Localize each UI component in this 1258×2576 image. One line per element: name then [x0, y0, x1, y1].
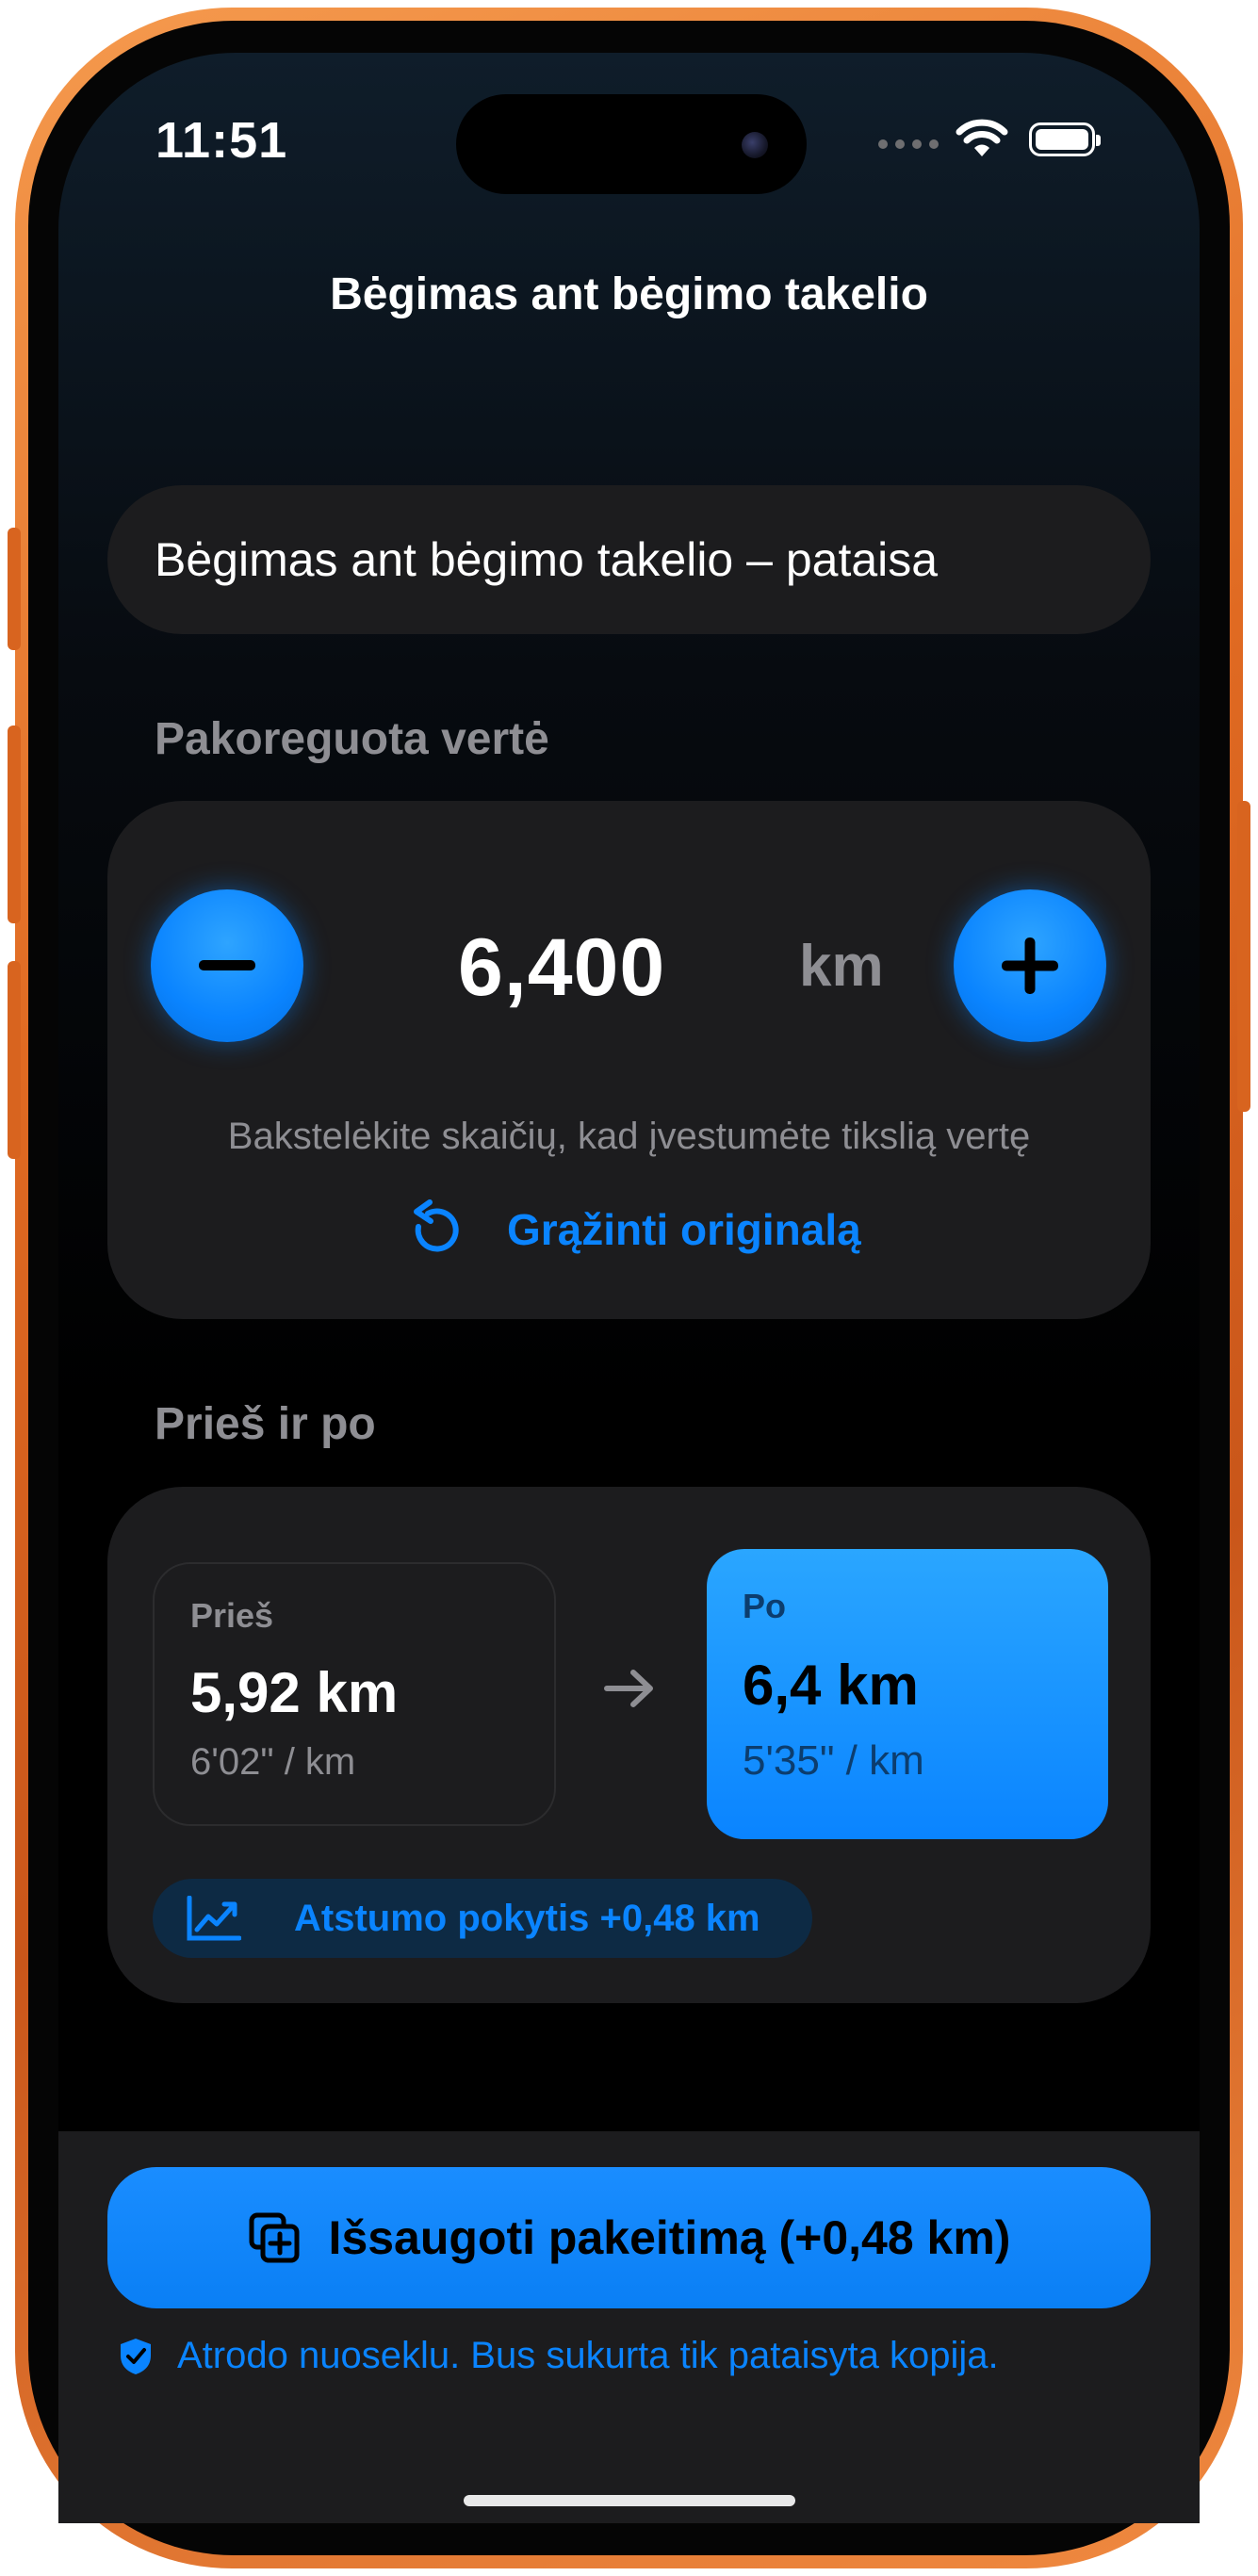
minus-icon: [199, 960, 255, 970]
shield-check-icon: [121, 2338, 151, 2374]
adjusted-section-label: Pakoreguota vertė: [155, 714, 549, 764]
before-pace: 6'02" / km: [190, 1741, 356, 1783]
save-change-button[interactable]: Išsaugoti pakeitimą (+0,48 km): [107, 2167, 1151, 2308]
consistency-note: Atrodo nuoseklu. Bus sukurta tik pataisy…: [119, 2335, 999, 2377]
before-box: Prieš 5,92 km 6'02" / km: [153, 1562, 556, 1826]
comparison-section-label: Prieš ir po: [155, 1399, 376, 1449]
action-button: [8, 528, 21, 650]
reset-original-button[interactable]: Grąžinti originalą: [405, 1198, 861, 1261]
save-change-label: Išsaugoti pakeitimą (+0,48 km): [328, 2211, 1011, 2264]
entry-hint: Bakstelėkite skaičių, kad įvestumėte tik…: [227, 1116, 1031, 1157]
name-input[interactable]: Bėgimas ant bėgimo takelio – pataisa: [107, 485, 1151, 634]
power-button: [1237, 801, 1250, 1112]
value-display[interactable]: 6,400: [458, 921, 665, 1015]
after-pace: 5'35" / km: [743, 1737, 924, 1784]
decrement-button[interactable]: [151, 889, 303, 1042]
page-title: Bėgimas ant bėgimo takelio: [330, 269, 928, 319]
camera-icon: [742, 132, 768, 158]
before-label: Prieš: [190, 1596, 274, 1635]
plus-icon: [1002, 937, 1058, 994]
signal-icon: [878, 139, 939, 149]
wifi-icon: [956, 119, 1008, 156]
increment-button[interactable]: [954, 889, 1106, 1042]
trend-chart-icon: [187, 1896, 241, 1941]
name-input-value: Bėgimas ant bėgimo takelio – pataisa: [155, 533, 939, 586]
consistency-note-label: Atrodo nuoseklu. Bus sukurta tik pataisy…: [177, 2335, 999, 2376]
reset-icon: [414, 1199, 459, 1252]
after-value: 6,4 km: [743, 1654, 919, 1717]
unit-label: km: [799, 934, 884, 999]
reset-original-label: Grąžinti originalą: [507, 1205, 861, 1254]
status-time: 11:51: [155, 112, 288, 169]
before-value: 5,92 km: [190, 1661, 399, 1724]
arrow-right-icon: [604, 1670, 653, 1707]
after-label: Po: [743, 1587, 787, 1625]
distance-change-badge: Atstumo pokytis +0,48 km: [153, 1879, 812, 1958]
duplicate-plus-icon: [249, 2212, 300, 2263]
volume-up-button: [8, 726, 21, 923]
battery-icon: [1029, 122, 1101, 156]
distance-change-label: Atstumo pokytis +0,48 km: [294, 1897, 760, 1939]
home-indicator[interactable]: [464, 2495, 795, 2506]
after-box: Po 6,4 km 5'35" / km: [707, 1549, 1108, 1839]
